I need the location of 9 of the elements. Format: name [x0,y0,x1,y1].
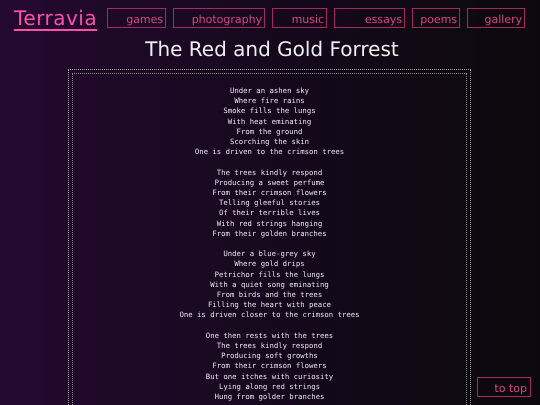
page-title: The Red and Gold Forrest [144,37,400,61]
nav-link[interactable]: music [272,8,328,28]
nav-link[interactable]: poems [412,8,460,28]
nav-link[interactable]: games [107,8,166,28]
nav-link[interactable]: gallery [467,8,526,28]
nav-link[interactable]: essays [334,8,406,28]
to-top-button[interactable]: to top [477,377,531,397]
nav-link[interactable]: photography [173,8,266,28]
site-logo-link[interactable]: Terravia [14,8,98,31]
